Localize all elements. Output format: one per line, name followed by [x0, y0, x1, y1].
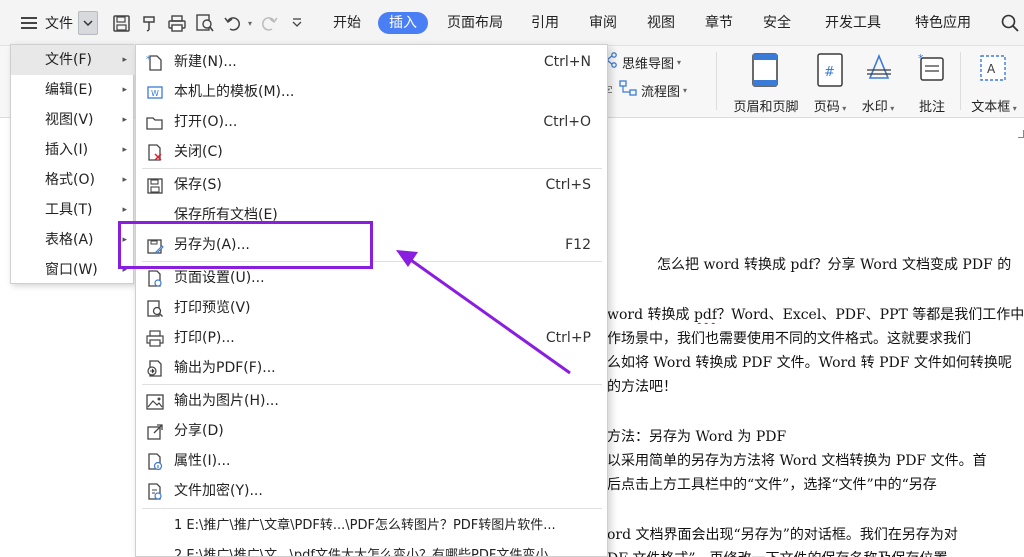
annotation-arrow-icon	[396, 250, 571, 375]
